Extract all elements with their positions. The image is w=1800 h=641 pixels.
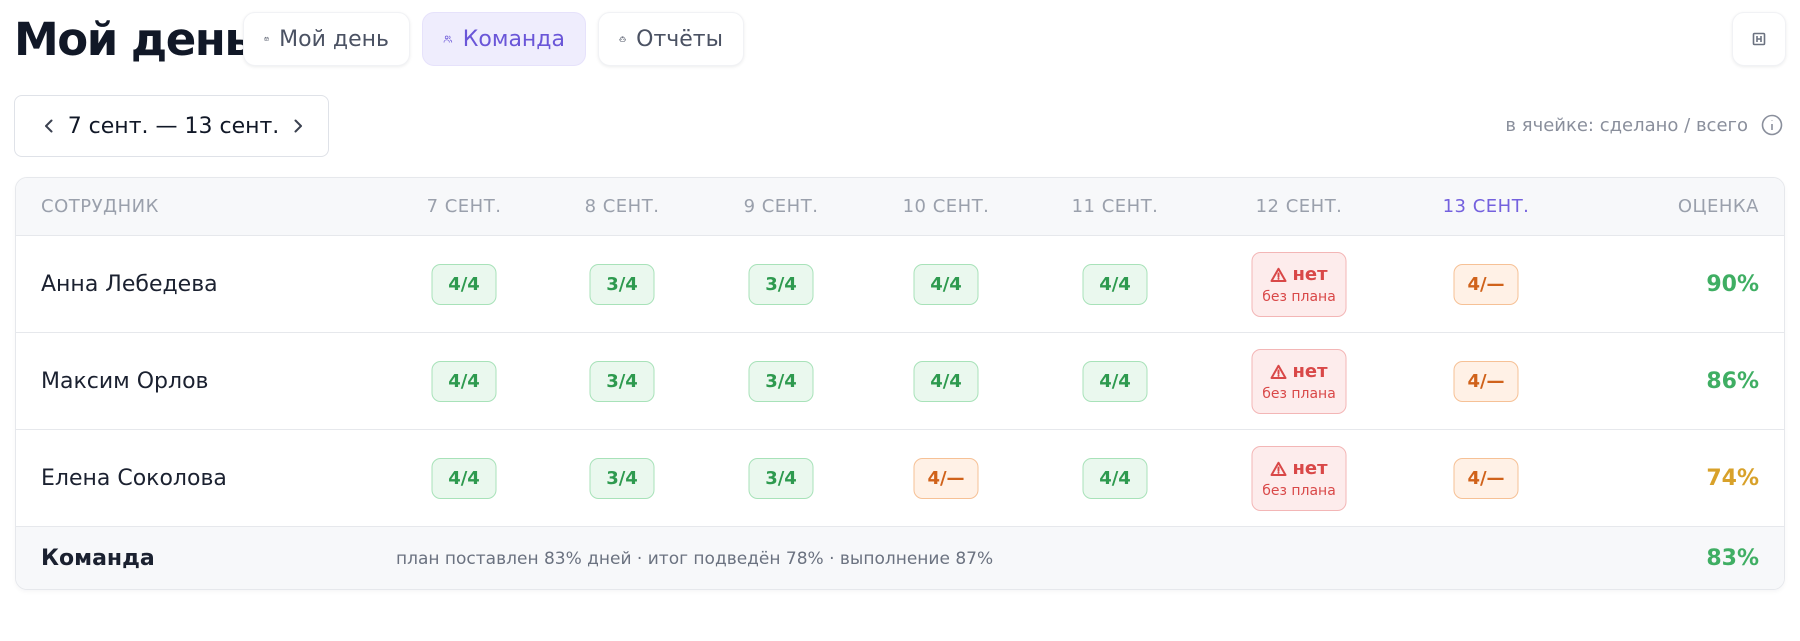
chevron-left-icon[interactable] [39,116,59,136]
chevron-right-icon[interactable] [288,116,308,136]
no-plan-sublabel: без плана [1262,289,1336,305]
column-header-score: ОЦЕНКА [1677,196,1759,217]
employee-name: Елена Соколова [41,466,227,491]
column-header-today: 13 СЕНТ. [1442,196,1530,217]
column-header-day: 9 СЕНТ. [743,196,819,217]
robot-icon [619,36,626,42]
day-cell-badge[interactable]: 4/4 [431,458,497,499]
team-summary-row: Команда план поставлен 83% дней · итог п… [16,527,1784,589]
no-plan-badge[interactable]: нет без плана [1251,252,1347,317]
tab-label: Мой день [279,26,389,52]
no-plan-badge[interactable]: нет без плана [1251,349,1347,414]
calendar-icon [264,36,269,41]
day-cell-badge[interactable]: 3/4 [589,361,655,402]
tab-team[interactable]: Команда [422,12,586,66]
team-stats: план поставлен 83% дней · итог подведён … [396,549,994,569]
day-cell-badge[interactable]: 3/4 [748,361,814,402]
info-icon[interactable] [1760,113,1784,137]
table-row[interactable]: Максим Орлов 4/4 3/4 3/4 4/4 4/4 нет без… [16,333,1784,430]
column-header-day: 11 СЕНТ. [1071,196,1159,217]
column-header-day: 8 СЕНТ. [584,196,660,217]
table-header-row: СОТРУДНИК 7 СЕНТ. 8 СЕНТ. 9 СЕНТ. 10 СЕН… [16,178,1784,236]
no-plan-sublabel: без плана [1262,386,1336,402]
warning-icon [1270,267,1287,282]
day-cell-badge[interactable]: 4/4 [1082,361,1148,402]
tab-label: Команда [462,26,565,52]
no-plan-sublabel: без плана [1262,483,1336,499]
date-range-label: 7 сент. — 13 сент. [67,113,280,139]
day-cell-badge[interactable]: 4/— [1453,361,1519,402]
no-plan-label: нет [1292,458,1328,479]
cell-legend-text: в ячейке: сделано / всего [1505,114,1748,136]
day-cell-badge[interactable]: 3/4 [589,264,655,305]
day-cell-badge[interactable]: 4/4 [1082,264,1148,305]
header: Мой день Мой день Команда Отчёты [14,10,1786,70]
team-table: СОТРУДНИК 7 СЕНТ. 8 СЕНТ. 9 СЕНТ. 10 СЕН… [15,177,1785,590]
page-title: Мой день [14,13,253,66]
employee-name: Максим Орлов [41,369,209,394]
day-cell-badge[interactable]: 4/4 [431,264,497,305]
employee-name: Анна Лебедева [41,272,218,297]
no-plan-label: нет [1292,361,1328,382]
no-plan-label: нет [1292,264,1328,285]
day-cell-badge[interactable]: 4/— [913,458,979,499]
day-cell-badge[interactable]: 4/— [1453,264,1519,305]
day-cell-badge[interactable]: 4/4 [1082,458,1148,499]
cell-legend-hint: в ячейке: сделано / всего [1505,110,1784,140]
day-cell-badge[interactable]: 4/4 [913,361,979,402]
column-header-day: 7 СЕНТ. [426,196,502,217]
users-icon [443,35,453,43]
column-header-day: 12 СЕНТ. [1255,196,1343,217]
tab-label: Отчёты [636,26,723,52]
employee-score: 74% [1706,466,1759,491]
day-cell-badge[interactable]: 3/4 [589,458,655,499]
day-cell-badge[interactable]: 4/4 [913,264,979,305]
panel-icon [1752,32,1766,46]
column-header-day: 10 СЕНТ. [902,196,990,217]
column-header-employee: СОТРУДНИК [41,196,159,217]
warning-icon [1270,364,1287,379]
team-label: Команда [41,546,155,571]
tab-my-day[interactable]: Мой день [243,12,410,66]
panel-button[interactable] [1732,12,1786,66]
employee-score: 90% [1706,272,1759,297]
tab-reports[interactable]: Отчёты [598,12,744,66]
no-plan-badge[interactable]: нет без плана [1251,446,1347,511]
table-row[interactable]: Елена Соколова 4/4 3/4 3/4 4/— 4/4 нет б… [16,430,1784,527]
employee-score: 86% [1706,369,1759,394]
day-cell-badge[interactable]: 3/4 [748,458,814,499]
table-row[interactable]: Анна Лебедева 4/4 3/4 3/4 4/4 4/4 нет бе… [16,236,1784,333]
day-cell-badge[interactable]: 4/— [1453,458,1519,499]
warning-icon [1270,461,1287,476]
date-range-picker: 7 сент. — 13 сент. [14,95,329,157]
team-score: 83% [1706,546,1759,571]
day-cell-badge[interactable]: 4/4 [431,361,497,402]
day-cell-badge[interactable]: 3/4 [748,264,814,305]
